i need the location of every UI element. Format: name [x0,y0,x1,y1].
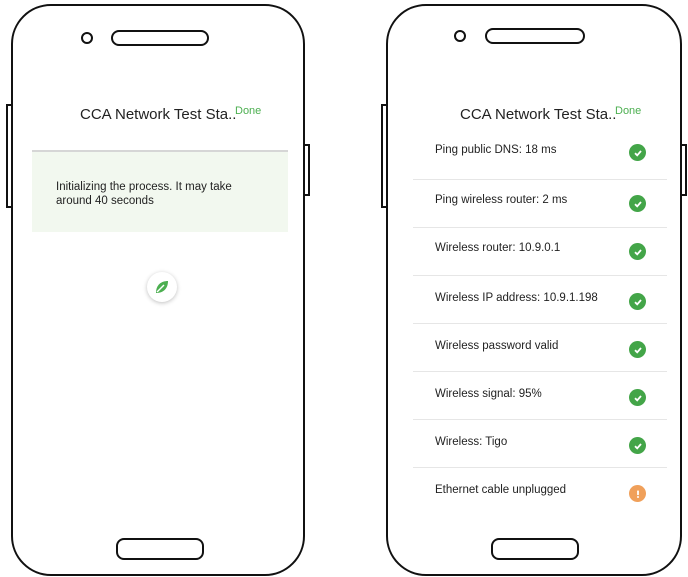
loading-spinner [147,272,177,302]
home-button[interactable] [116,538,204,560]
result-row: Ping public DNS: 18 ms [413,132,667,180]
check-icon [629,389,646,406]
result-row: Ping wireless router: 2 ms [413,180,667,228]
check-icon [629,144,646,161]
result-row: Wireless IP address: 10.9.1.198 [413,276,667,324]
result-row: Wireless router: 10.9.0.1 [413,228,667,276]
result-label: Wireless router: 10.9.0.1 [435,242,561,254]
status-message: Initializing the process. It may take ar… [56,181,232,207]
speaker-grille [485,28,585,44]
page-title: CCA Network Test Sta.. [460,106,617,123]
result-label: Ping public DNS: 18 ms [435,144,557,156]
result-label: Wireless password valid [435,340,559,352]
done-button[interactable]: Done [235,105,261,117]
front-camera [454,30,466,42]
speaker-grille [111,30,209,46]
warning-icon [629,485,646,502]
right-phone-frame: CCA Network Test Sta.. Done Ping public … [386,4,682,576]
result-row: Wireless password valid [413,324,667,372]
check-icon [629,243,646,260]
result-row: Wireless: Tigo [413,420,667,468]
leaf-icon [156,281,168,293]
front-camera [81,32,93,44]
left-phone-frame: CCA Network Test Sta.. Done Initializing… [11,4,305,576]
check-icon [629,293,646,310]
result-label: Wireless: Tigo [435,436,508,448]
check-icon [629,437,646,454]
result-label: Ping wireless router: 2 ms [435,194,568,206]
home-button[interactable] [491,538,579,560]
result-label: Wireless signal: 95% [435,388,542,400]
status-banner: Initializing the process. It may take ar… [32,152,288,232]
page-title: CCA Network Test Sta.. [80,106,237,123]
test-results-list: Ping public DNS: 18 ms Ping wireless rou… [413,132,667,516]
check-icon [629,195,646,212]
result-row: Wireless signal: 95% [413,372,667,420]
done-button[interactable]: Done [615,105,641,117]
result-row: Ethernet cable unplugged [413,468,667,516]
result-label: Ethernet cable unplugged [435,484,567,496]
result-label: Wireless IP address: 10.9.1.198 [435,292,598,304]
check-icon [629,341,646,358]
